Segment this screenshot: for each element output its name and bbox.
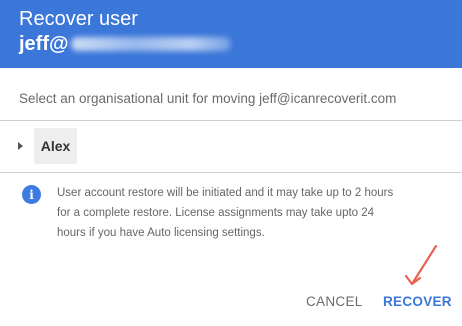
annotation-arrow-icon: [404, 244, 438, 286]
divider-bottom: [0, 172, 462, 173]
cancel-button[interactable]: CANCEL: [306, 294, 363, 309]
dialog-title: Recover user: [19, 8, 138, 30]
recover-button[interactable]: RECOVER: [383, 294, 452, 309]
expand-arrow-icon[interactable]: [18, 142, 23, 150]
ou-select-prompt: Select an organisational unit for moving…: [19, 91, 397, 106]
info-line: hours if you have Auto licensing setting…: [57, 227, 265, 239]
user-email-prefix: jeff@: [19, 33, 69, 55]
info-line: for a complete restore. License assignme…: [57, 207, 375, 219]
user-email: jeff@: [19, 31, 462, 57]
ou-item-alex[interactable]: Alex: [34, 128, 77, 164]
ou-tree-row: Alex: [0, 121, 462, 172]
redacted-email-domain: [70, 37, 231, 51]
info-line: User account restore will be initiated a…: [57, 187, 394, 199]
restore-info-text: User account restore will be initiated a…: [57, 183, 397, 243]
dialog-header: Recover user jeff@: [0, 0, 462, 68]
info-icon: i: [22, 185, 41, 204]
